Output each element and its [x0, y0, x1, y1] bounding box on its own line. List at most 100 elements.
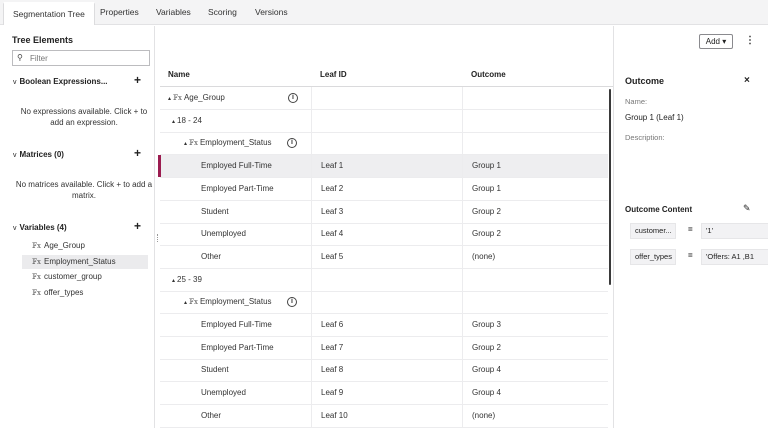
table-row-leaf[interactable]: Unemployed Leaf 9 Group 4	[160, 382, 608, 406]
table-row-leaf[interactable]: Employed Full-Time Leaf 6 Group 3	[160, 314, 608, 337]
row-name-label: Employed Part-Time	[201, 183, 274, 193]
more-options-icon[interactable]: ⋮	[745, 36, 755, 46]
table-row-node[interactable]: ▴ 18 - 24	[160, 109, 608, 133]
cell-name: ▴ 18 - 24	[160, 110, 310, 132]
variables-label: Variables (4)	[19, 223, 67, 232]
table-header: Name Leaf ID Outcome	[160, 63, 613, 87]
cell-outcome: Group 3	[462, 314, 608, 336]
boolean-expressions-header[interactable]: v Boolean Expressions...	[13, 77, 108, 86]
row-name-label: Employed Full-Time	[201, 161, 272, 171]
table-row-leaf[interactable]: Employed Part-Time Leaf 2 Group 1	[160, 177, 608, 201]
chevron-down-icon: v	[13, 152, 17, 159]
add-variable-button[interactable]: +	[134, 219, 141, 233]
tree-elements-panel: Tree Elements ⚲ vBoolean Expressions... …	[0, 26, 155, 428]
matrices-header[interactable]: v Matrices (0)	[13, 150, 64, 159]
collapse-triangle-icon[interactable]: ▴	[172, 278, 175, 284]
tab-segmentation-tree[interactable]: Segmentation Tree	[3, 2, 95, 25]
info-icon[interactable]: i	[288, 93, 298, 103]
segmentation-table: Name Leaf ID Outcome ▴ 𝔽x Age_Group i ▴ 18 - …	[158, 26, 613, 428]
variable-icon: 𝔽x	[173, 94, 182, 102]
add-boolean-expression-button[interactable]: +	[134, 73, 141, 87]
column-header-outcome[interactable]: Outcome	[471, 70, 506, 79]
content-value: 'Offers: A1 ,B1	[701, 249, 768, 265]
boolean-empty-message: No expressions available. Click + to add…	[20, 107, 148, 127]
edit-pencil-icon[interactable]: ✎	[743, 203, 751, 214]
row-name-label: Student	[201, 365, 229, 375]
table-row-leaf[interactable]: Student Leaf 8 Group 4	[160, 359, 608, 383]
row-name-label: 25 - 39	[177, 274, 202, 284]
tree-elements-title: Tree Elements	[12, 35, 74, 45]
table-row-leaf[interactable]: Employed Part-Time Leaf 7 Group 2	[160, 336, 608, 360]
cell-leaf-id	[311, 291, 462, 314]
cell-leaf-id: Leaf 5	[311, 245, 462, 268]
cell-outcome: Group 4	[462, 382, 608, 405]
cell-leaf-id: Leaf 1	[311, 155, 462, 178]
collapse-triangle-icon[interactable]: ▴	[168, 96, 171, 102]
variable-icon: 𝔽x	[32, 273, 41, 281]
cell-leaf-id	[311, 268, 462, 291]
cell-outcome: Group 2	[462, 200, 608, 223]
collapse-triangle-icon[interactable]: ▴	[172, 119, 175, 125]
close-icon[interactable]: ×	[744, 75, 750, 86]
table-row-leaf[interactable]: Other Leaf 5 (none)	[160, 245, 608, 269]
outcome-panel: Add ▾ ⋮ Outcome × Name: Group 1 (Leaf 1)…	[613, 26, 768, 428]
cell-outcome: Group 1	[462, 155, 608, 178]
cell-outcome	[462, 109, 608, 132]
cell-leaf-id: Leaf 2	[311, 177, 462, 200]
variables-header[interactable]: v Variables (4)	[13, 223, 67, 232]
table-row-node[interactable]: ▴ 𝔽x Age_Group i	[160, 87, 608, 110]
variable-label: Employment_Status	[44, 257, 116, 266]
row-name-label: Age_Group	[183, 93, 225, 102]
cell-name: Other	[160, 246, 310, 268]
cell-outcome: Group 4	[462, 359, 608, 382]
tab-versions[interactable]: Versions	[246, 2, 297, 25]
collapse-triangle-icon[interactable]: ▴	[184, 141, 187, 147]
variable-icon: 𝔽x	[32, 242, 41, 250]
table-row-node[interactable]: ▴ 𝔽x Employment_Status i	[160, 291, 608, 315]
table-row-leaf[interactable]: Student Leaf 3 Group 2	[160, 200, 608, 224]
table-row-leaf[interactable]: Unemployed Leaf 4 Group 2	[160, 223, 608, 247]
vertical-scrollbar[interactable]	[609, 89, 611, 285]
name-label: Name:	[625, 97, 648, 106]
column-header-name[interactable]: Name	[168, 70, 190, 79]
collapse-triangle-icon[interactable]: ▴	[184, 300, 187, 306]
cell-outcome	[462, 268, 608, 291]
chevron-down-icon: v	[13, 79, 17, 86]
content-equals: =	[688, 251, 693, 260]
name-value: Group 1 (Leaf 1)	[625, 113, 684, 122]
filter-box[interactable]: ⚲	[12, 50, 150, 66]
table-row-leaf[interactable]: Other Leaf 10 (none)	[160, 404, 608, 428]
column-header-leaf-id[interactable]: Leaf ID	[320, 70, 347, 79]
cell-outcome	[462, 291, 608, 314]
cell-leaf-id: Leaf 8	[311, 359, 462, 382]
variable-item-employment-status[interactable]: 𝔽x Employment_Status	[22, 255, 148, 269]
description-label: Description:	[625, 133, 665, 142]
tab-properties[interactable]: Properties	[91, 2, 148, 25]
variable-item-offer-types[interactable]: 𝔽x offer_types	[22, 286, 148, 300]
cell-outcome: Group 2	[462, 223, 608, 246]
table-row-node[interactable]: ▴ 𝔽x Employment_Status i	[160, 132, 608, 156]
cell-name: Unemployed	[160, 223, 310, 245]
tab-variables[interactable]: Variables	[147, 2, 200, 25]
cell-outcome: (none)	[462, 404, 608, 427]
add-matrix-button[interactable]: +	[134, 146, 141, 160]
variable-icon: 𝔽x	[32, 289, 41, 297]
variable-item-age-group[interactable]: 𝔽x Age_Group	[22, 239, 148, 253]
variable-item-customer-group[interactable]: 𝔽x customer_group	[22, 270, 148, 284]
cell-outcome: Group 1	[462, 177, 608, 200]
row-name-label: Other	[201, 251, 222, 261]
cell-leaf-id: Leaf 9	[311, 382, 462, 405]
cell-leaf-id	[311, 87, 462, 109]
content-equals: =	[688, 225, 693, 234]
add-button[interactable]: Add ▾	[699, 34, 733, 49]
tab-scoring[interactable]: Scoring	[199, 2, 246, 25]
table-row-leaf[interactable]: Employed Full-Time Leaf 1 Group 1	[158, 155, 608, 179]
content-value: '1'	[701, 223, 768, 239]
variable-icon: 𝔽x	[189, 139, 198, 148]
cell-outcome	[462, 87, 608, 109]
table-row-node[interactable]: ▴ 25 - 39	[160, 268, 608, 292]
boolean-expressions-label: Boolean Expressions...	[19, 77, 108, 86]
row-name-label: Student	[201, 206, 229, 216]
filter-input[interactable]	[30, 52, 145, 64]
cell-outcome	[462, 132, 608, 155]
